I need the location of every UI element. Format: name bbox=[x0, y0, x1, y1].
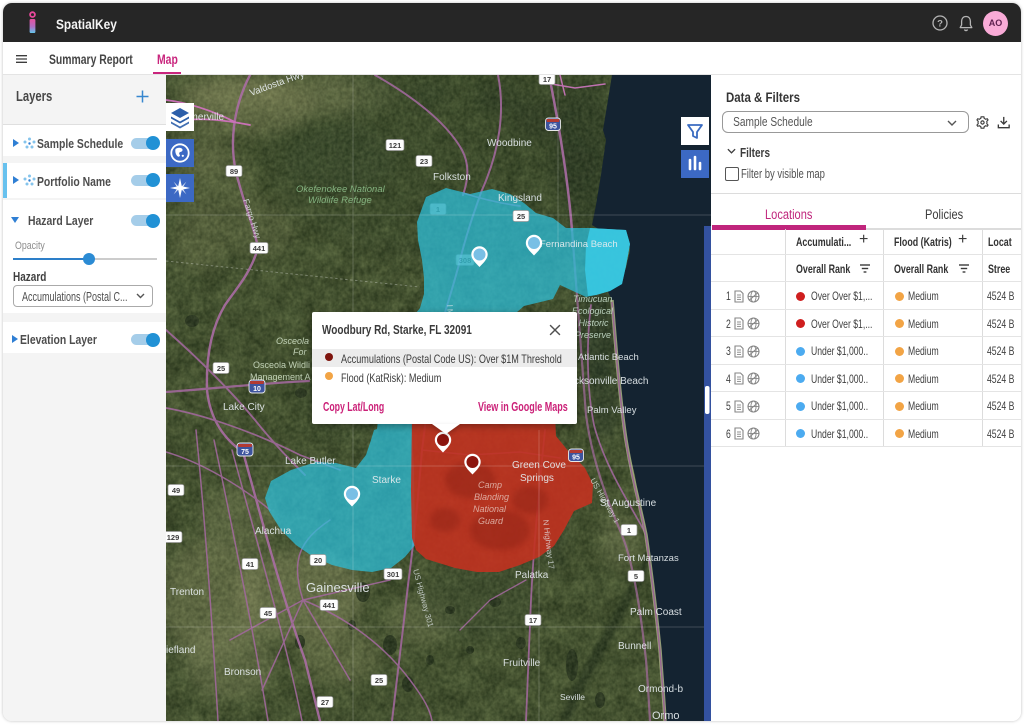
svg-text:Alachua: Alachua bbox=[255, 526, 292, 537]
svg-text:25: 25 bbox=[375, 676, 383, 685]
svg-text:20: 20 bbox=[314, 556, 322, 565]
svg-text:iefland: iefland bbox=[166, 645, 195, 656]
svg-text:441: 441 bbox=[323, 601, 336, 610]
svg-text:1: 1 bbox=[627, 526, 631, 535]
svg-text:27: 27 bbox=[321, 698, 329, 707]
svg-text:Lake City: Lake City bbox=[223, 402, 265, 413]
svg-text:129: 129 bbox=[167, 533, 180, 542]
svg-text:10: 10 bbox=[253, 386, 261, 393]
svg-text:Springs: Springs bbox=[520, 473, 554, 484]
svg-text:45: 45 bbox=[264, 609, 272, 618]
svg-text:95: 95 bbox=[549, 123, 557, 130]
svg-text:Seville: Seville bbox=[560, 692, 585, 702]
svg-text:cksonville Beach: cksonville Beach bbox=[574, 376, 648, 387]
svg-text:Fernandina Beach: Fernandina Beach bbox=[540, 239, 618, 250]
svg-text:5: 5 bbox=[634, 572, 638, 581]
svg-text:Okefenokee National: Okefenokee National bbox=[296, 184, 386, 195]
svg-text:Ecological: Ecological bbox=[572, 306, 614, 316]
svg-text:301: 301 bbox=[387, 570, 400, 579]
svg-text:Bronson: Bronson bbox=[224, 667, 261, 678]
svg-text:121: 121 bbox=[389, 141, 402, 150]
svg-text:Blanding: Blanding bbox=[474, 492, 509, 502]
svg-text:Lake Butler: Lake Butler bbox=[285, 456, 336, 467]
svg-text:Camp: Camp bbox=[478, 480, 502, 490]
svg-text:Fruitville: Fruitville bbox=[503, 658, 541, 669]
svg-text:Osceola: Osceola bbox=[276, 336, 309, 346]
svg-text:25: 25 bbox=[517, 212, 525, 221]
svg-text:Palatka: Palatka bbox=[515, 570, 549, 581]
svg-text:National: National bbox=[473, 504, 507, 514]
svg-text:Timucuan: Timucuan bbox=[573, 294, 612, 304]
svg-text:17: 17 bbox=[529, 616, 537, 625]
svg-text:23: 23 bbox=[420, 157, 428, 166]
svg-text:Fort Matanzas: Fort Matanzas bbox=[618, 553, 679, 564]
svg-text:Palm Valley: Palm Valley bbox=[587, 405, 637, 416]
svg-text:25: 25 bbox=[217, 364, 225, 373]
svg-text:?: ? bbox=[937, 18, 943, 29]
svg-text:89: 89 bbox=[230, 167, 238, 176]
svg-text:Gainesville: Gainesville bbox=[306, 580, 370, 595]
svg-text:Folkston: Folkston bbox=[433, 172, 471, 183]
svg-text:441: 441 bbox=[253, 244, 266, 253]
svg-text:75: 75 bbox=[241, 449, 249, 456]
svg-text:Starke: Starke bbox=[372, 475, 401, 486]
svg-text:Bunnell: Bunnell bbox=[618, 641, 651, 652]
svg-text:For: For bbox=[293, 347, 308, 357]
svg-text:41: 41 bbox=[246, 560, 254, 569]
svg-text:Palm Coast: Palm Coast bbox=[630, 607, 682, 618]
svg-text:Kingsland: Kingsland bbox=[498, 193, 542, 204]
svg-text:95: 95 bbox=[572, 454, 580, 461]
svg-text:49: 49 bbox=[172, 486, 180, 495]
svg-text:Osceola Wildli: Osceola Wildli bbox=[253, 360, 310, 370]
svg-text:Ormo: Ormo bbox=[652, 710, 680, 721]
svg-text:Guard: Guard bbox=[478, 516, 504, 526]
svg-text:Preserve: Preserve bbox=[575, 330, 611, 340]
svg-text:Green Cove: Green Cove bbox=[512, 460, 566, 471]
svg-text:17: 17 bbox=[543, 75, 551, 84]
svg-text:Woodbine: Woodbine bbox=[487, 138, 532, 149]
svg-text:Trenton: Trenton bbox=[170, 587, 204, 598]
svg-text:Wildlife Refuge: Wildlife Refuge bbox=[308, 195, 372, 206]
svg-text:Ormond-b: Ormond-b bbox=[638, 684, 683, 695]
svg-text:Atlantic Beach: Atlantic Beach bbox=[578, 352, 639, 363]
